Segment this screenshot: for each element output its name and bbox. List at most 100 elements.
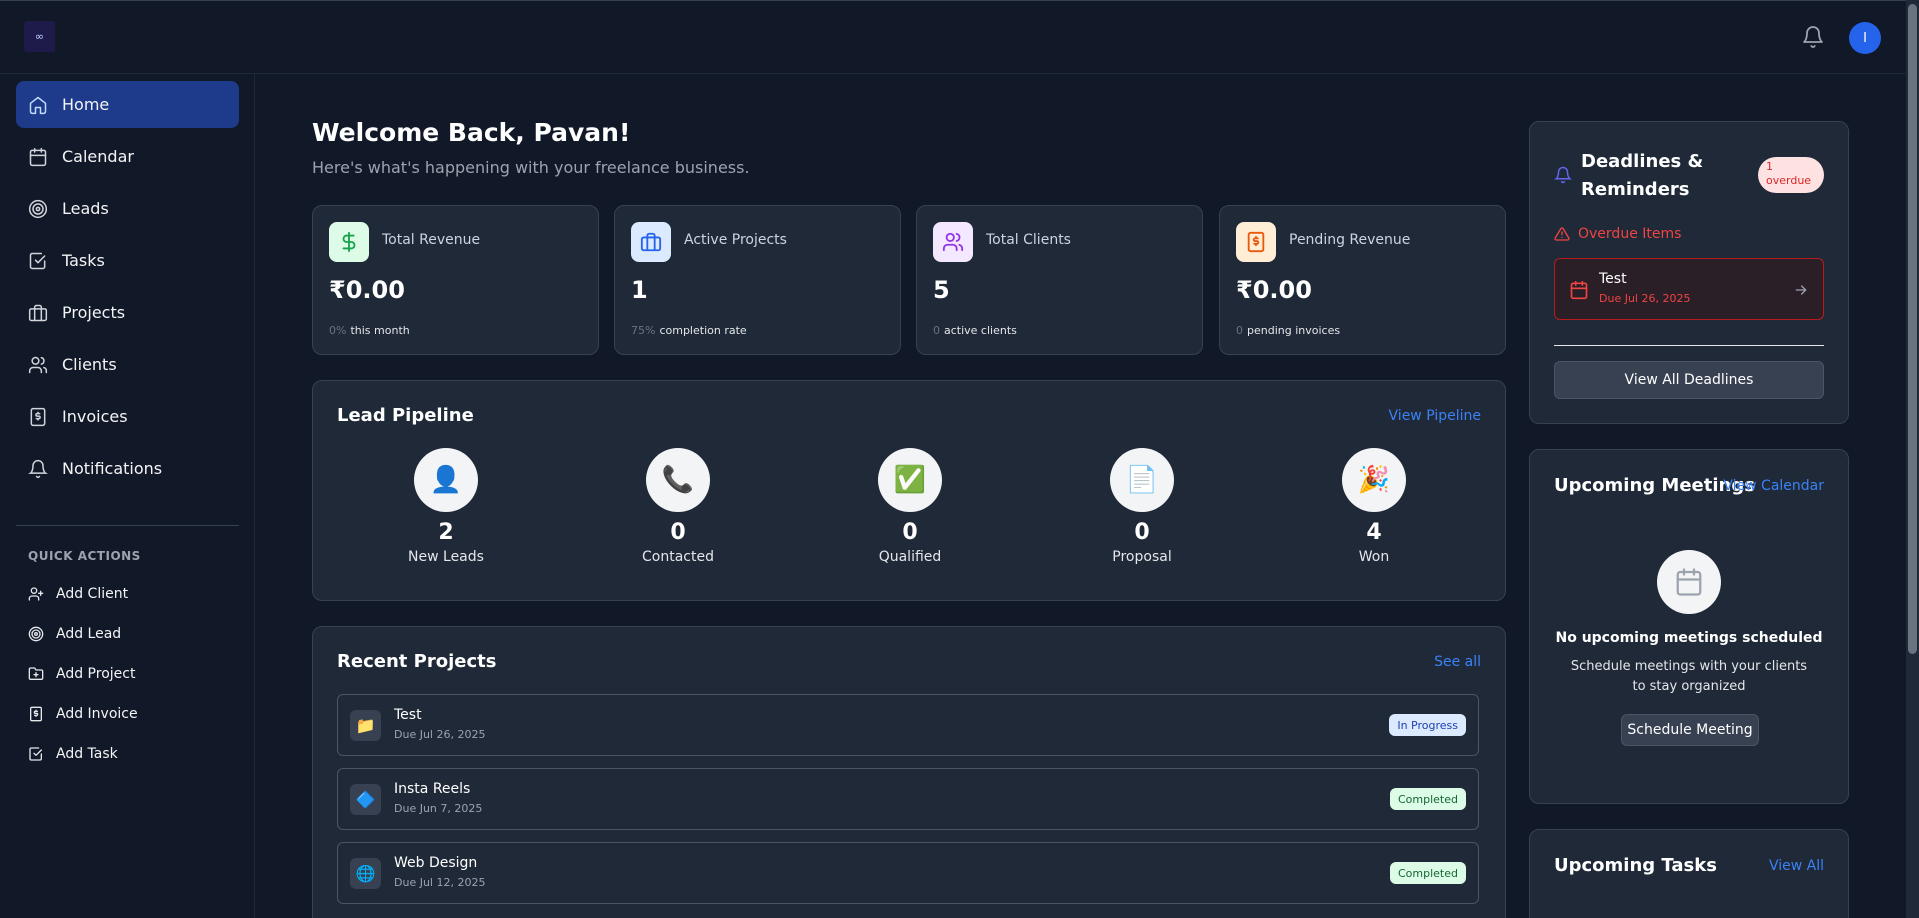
project-row[interactable]: 📁 Test Due Jul 26, 2025 In Progress	[337, 694, 1479, 756]
pipeline-stage-won[interactable]: 🎉 4 Won	[1304, 448, 1444, 565]
project-due: Due Jul 12, 2025	[394, 876, 486, 889]
quick-action-add-lead[interactable]: Add Lead	[28, 622, 121, 646]
see-all-projects-link[interactable]: See all	[1434, 654, 1481, 670]
sidebar-item-label: Invoices	[62, 407, 128, 426]
stat-card-total-clients: Total Clients 5 0 active clients	[916, 205, 1203, 355]
stage-count: 0	[902, 520, 918, 545]
stat-foot-value: 0%	[329, 324, 347, 337]
check-icon: ✅	[878, 448, 942, 512]
stat-label: Active Projects	[684, 232, 787, 248]
pipeline-stage-contacted[interactable]: 📞 0 Contacted	[608, 448, 748, 565]
stat-card-total-revenue: Total Revenue ₹0.00 0% this month	[312, 205, 599, 355]
lead-pipeline-title: Lead Pipeline	[337, 405, 474, 426]
stat-card-pending-revenue: Pending Revenue ₹0.00 0 pending invoices	[1219, 205, 1506, 355]
checkbox-icon	[29, 747, 42, 761]
dollar-icon	[342, 231, 356, 253]
pipeline-stage-qualified[interactable]: ✅ 0 Qualified	[840, 448, 980, 565]
top-bar: ∞ I	[0, 0, 1906, 74]
stat-foot: 0 active clients	[933, 324, 1017, 337]
stat-icon-box	[631, 222, 671, 262]
sidebar-item-label: Tasks	[62, 251, 105, 270]
notification-bell-icon[interactable]	[1801, 25, 1825, 49]
view-all-tasks-link[interactable]: View All	[1769, 858, 1824, 874]
overdue-count-badge: 1 overdue	[1758, 157, 1824, 193]
sidebar-item-tasks[interactable]: Tasks	[16, 237, 239, 284]
stage-count: 2	[438, 520, 454, 545]
bell-icon	[1554, 166, 1572, 184]
calendar-icon	[1570, 280, 1588, 300]
sidebar-item-notifications[interactable]: Notifications	[16, 445, 239, 492]
folder-icon: 📁	[350, 710, 381, 741]
quick-actions-title: QUICK ACTIONS	[28, 549, 141, 563]
pipeline-stage-proposal[interactable]: 📄 0 Proposal	[1072, 448, 1212, 565]
deadlines-title-line2: Reminders	[1581, 179, 1690, 200]
invoice-icon	[30, 706, 42, 722]
party-icon: 🎉	[1342, 448, 1406, 512]
schedule-meeting-button[interactable]: Schedule Meeting	[1621, 714, 1759, 746]
stat-foot-value: 0	[1236, 324, 1243, 337]
stage-label: Qualified	[878, 549, 942, 565]
app-logo[interactable]: ∞	[24, 21, 55, 52]
recent-projects-title: Recent Projects	[337, 651, 497, 672]
page-subtitle: Here's what's happening with your freela…	[312, 158, 750, 177]
upcoming-tasks-title: Upcoming Tasks	[1554, 855, 1717, 876]
stat-label: Pending Revenue	[1289, 232, 1411, 248]
project-name: Insta Reels	[394, 781, 471, 797]
view-all-deadlines-button[interactable]: View All Deadlines	[1554, 361, 1824, 399]
stat-icon-box	[1236, 222, 1276, 262]
sidebar-item-home[interactable]: Home	[16, 81, 239, 128]
overdue-item[interactable]: Test Due Jul 26, 2025	[1554, 258, 1824, 320]
stat-foot-text: this month	[350, 324, 410, 337]
status-badge: In Progress	[1389, 714, 1466, 736]
sidebar-item-projects[interactable]: Projects	[16, 289, 239, 336]
page-scrollbar[interactable]	[1906, 0, 1919, 918]
home-icon	[29, 96, 47, 114]
stat-foot: 0% this month	[329, 324, 410, 337]
project-name: Web Design	[394, 855, 478, 871]
sidebar-item-leads[interactable]: Leads	[16, 185, 239, 232]
sidebar-item-label: Clients	[62, 355, 117, 374]
stage-label: Contacted	[642, 549, 714, 565]
invoice-icon	[30, 407, 46, 426]
calendar-icon	[1676, 568, 1702, 596]
deadlines-panel: Deadlines & Reminders 1 overdue Overdue …	[1529, 121, 1849, 424]
stat-foot: 0 pending invoices	[1236, 324, 1340, 337]
stat-foot-text: pending invoices	[1247, 324, 1341, 337]
sidebar-item-label: Leads	[62, 199, 109, 218]
view-pipeline-link[interactable]: View Pipeline	[1389, 408, 1481, 424]
view-calendar-link[interactable]: View Calendar	[1723, 478, 1824, 494]
scrollbar-thumb[interactable]	[1908, 4, 1917, 654]
sidebar-item-invoices[interactable]: Invoices	[16, 393, 239, 440]
stat-foot-text: completion rate	[659, 324, 747, 337]
briefcase-icon	[28, 304, 48, 321]
bell-icon	[28, 459, 48, 478]
pipeline-stage-new-leads[interactable]: 👤 2 New Leads	[376, 448, 516, 565]
stat-label: Total Clients	[986, 232, 1071, 248]
stage-label: Proposal	[1112, 549, 1172, 565]
quick-action-add-invoice[interactable]: Add Invoice	[28, 702, 138, 726]
calendar-icon	[29, 147, 47, 166]
stat-value: 5	[933, 276, 950, 304]
deadlines-title: Deadlines & Reminders	[1581, 148, 1703, 204]
lead-pipeline-panel: Lead Pipeline View Pipeline 👤 2 New Lead…	[312, 380, 1506, 601]
globe-icon: 🌐	[350, 858, 381, 889]
status-badge: Completed	[1390, 862, 1466, 884]
deadlines-divider	[1554, 345, 1824, 346]
quick-action-add-task[interactable]: Add Task	[28, 742, 118, 766]
quick-action-add-project[interactable]: Add Project	[28, 662, 135, 686]
stage-label: Won	[1358, 549, 1390, 565]
user-avatar[interactable]: I	[1849, 22, 1881, 54]
sidebar-item-clients[interactable]: Clients	[16, 341, 239, 388]
folder-plus-icon	[28, 667, 44, 680]
target-icon	[28, 199, 48, 218]
upcoming-meetings-panel: Upcoming Meetings View Calendar No upcom…	[1529, 449, 1849, 804]
sidebar-item-calendar[interactable]: Calendar	[16, 133, 239, 180]
project-row[interactable]: 🌐 Web Design Due Jul 12, 2025 Completed	[337, 842, 1479, 904]
project-row[interactable]: 🔷 Insta Reels Due Jun 7, 2025 Completed	[337, 768, 1479, 830]
quick-action-label: Add Client	[56, 586, 129, 602]
sidebar: Home Calendar Leads Tasks Projects Clien…	[0, 74, 255, 918]
overdue-heading: Overdue Items	[1554, 226, 1681, 242]
quick-action-add-client[interactable]: Add Client	[28, 582, 128, 606]
stage-count: 0	[670, 520, 686, 545]
checkbox-icon	[29, 252, 46, 269]
